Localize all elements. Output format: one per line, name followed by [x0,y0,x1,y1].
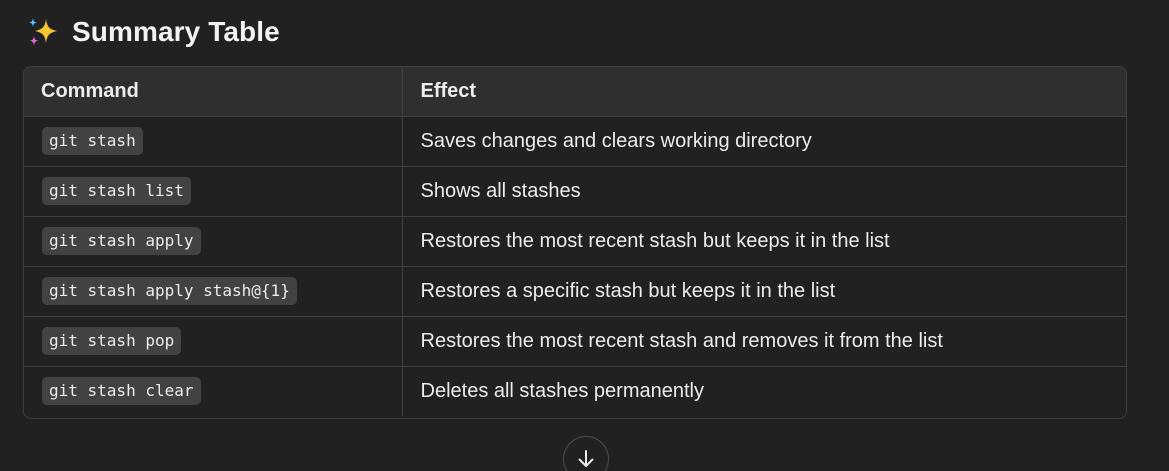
command-cell: git stash pop [24,315,403,366]
table-row: git stash apply stash@{1} Restores a spe… [24,265,1126,316]
effect-cell: Deletes all stashes permanently [402,365,1126,416]
command-cell: git stash list [24,165,403,216]
table-row: git stash pop Restores the most recent s… [24,315,1126,366]
inline-code: git stash clear [42,377,201,406]
inline-code: git stash apply [42,227,201,255]
scroll-to-bottom-button[interactable] [563,436,609,471]
effect-cell: Restores the most recent stash but keeps… [402,215,1126,266]
command-cell: git stash [24,116,403,166]
column-header-command: Command [24,67,403,117]
table-row: git stash clear Deletes all stashes perm… [24,365,1126,416]
table-row: git stash list Shows all stashes [24,165,1126,216]
table-row: git stash apply Restores the most recent… [24,215,1126,266]
sparkles-icon [29,18,57,46]
chat-message: Summary Table Command Effect git stash S… [0,0,1169,471]
inline-code: git stash [42,127,143,155]
inline-code: git stash pop [42,327,182,355]
inline-code: git stash apply stash@{1} [42,277,297,305]
table-header-row: Command Effect [24,67,1126,117]
command-cell: git stash clear [24,365,403,416]
effect-cell: Restores a specific stash but keeps it i… [402,265,1126,316]
summary-table: Command Effect git stash Saves changes a… [23,66,1127,419]
effect-cell: Shows all stashes [402,165,1126,216]
column-header-effect: Effect [402,67,1126,117]
section-heading: Summary Table [26,12,280,52]
table-row: git stash Saves changes and clears worki… [24,116,1126,166]
command-cell: git stash apply stash@{1} [24,265,403,316]
command-cell: git stash apply [24,215,403,266]
effect-cell: Restores the most recent stash and remov… [402,315,1126,366]
arrow-down-icon [578,450,594,467]
effect-cell: Saves changes and clears working directo… [420,129,812,152]
inline-code: git stash list [42,177,191,205]
heading-title: Summary Table [72,16,280,47]
